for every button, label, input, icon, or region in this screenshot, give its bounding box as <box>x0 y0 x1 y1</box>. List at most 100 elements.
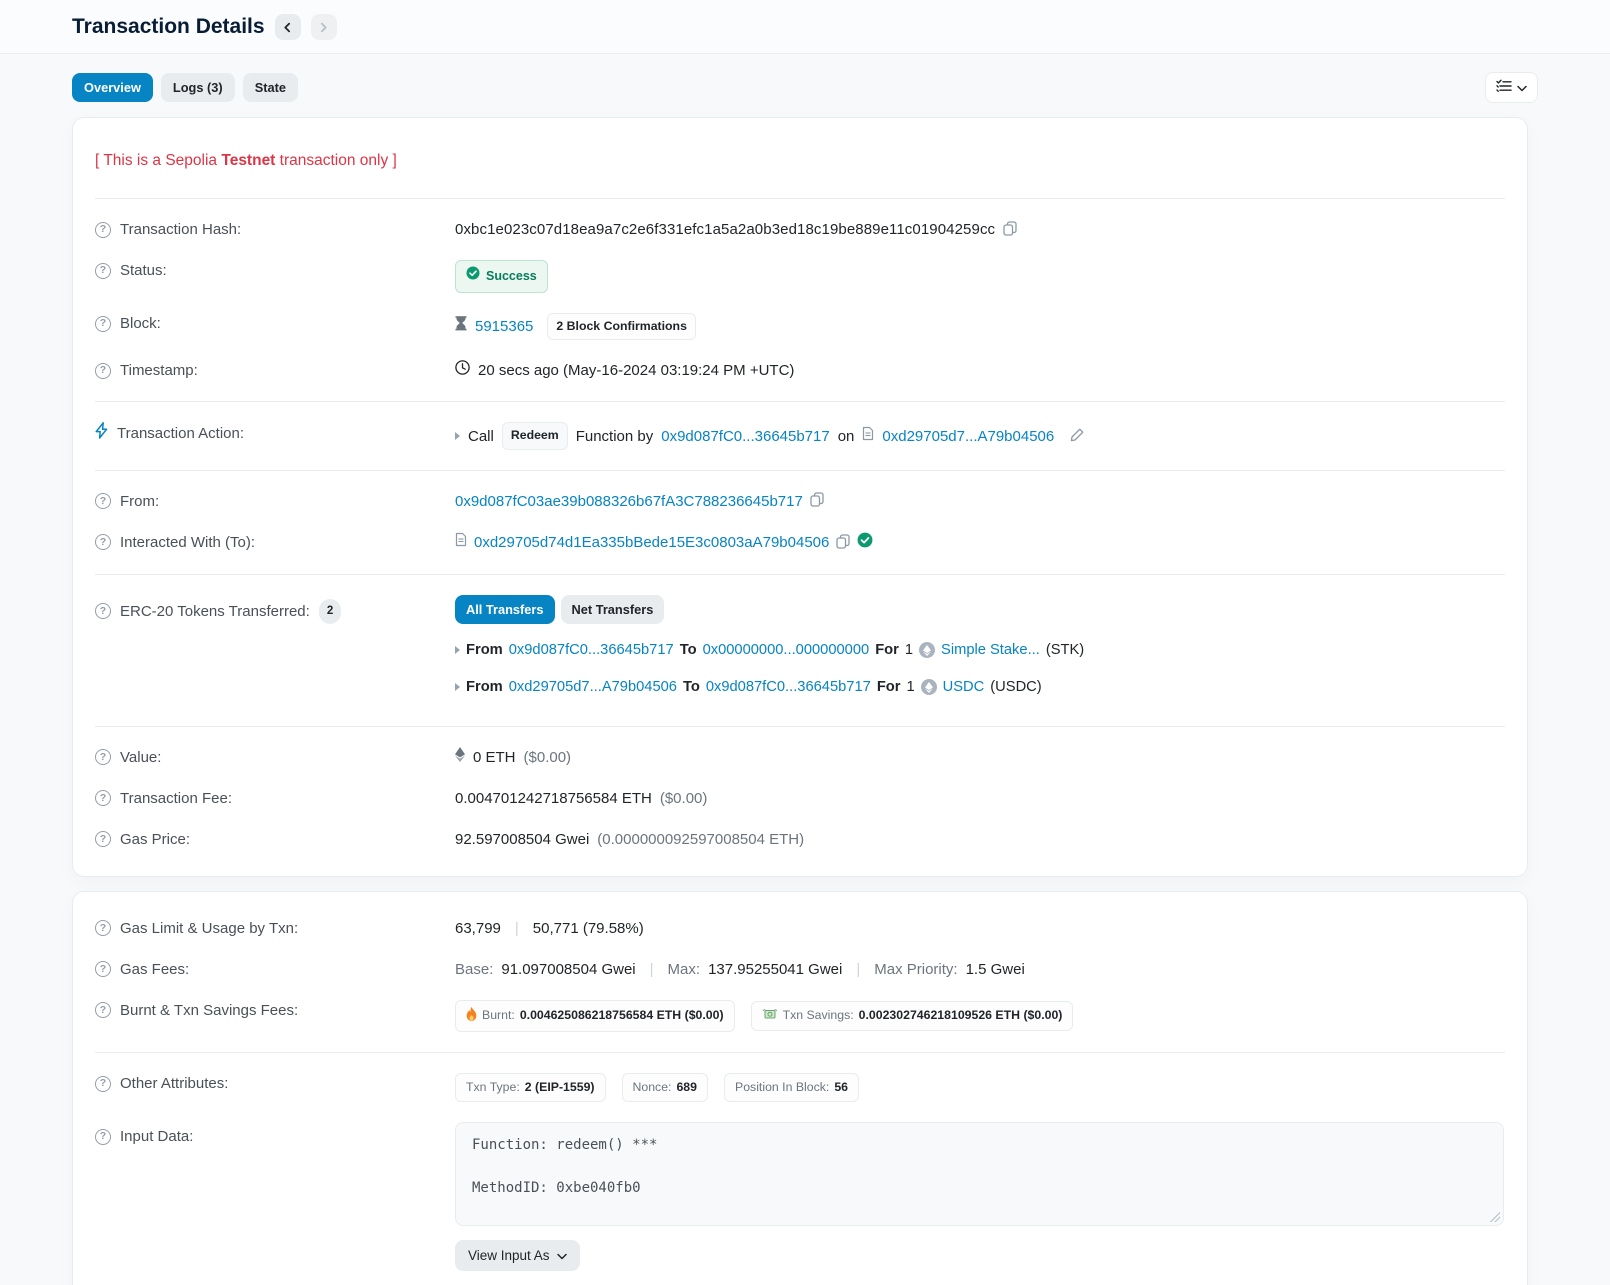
transaction-action-label: Transaction Action: <box>117 423 244 444</box>
gas-price-amount: 92.597008504 Gwei <box>455 829 589 850</box>
block-label: Block: <box>120 313 161 334</box>
transfer-for-word: For <box>875 640 899 661</box>
help-icon <box>95 1002 111 1018</box>
from-label: From: <box>120 491 159 512</box>
from-address-link[interactable]: 0x9d087fC03ae39b088326b67fA3C788236645b7… <box>455 491 803 512</box>
burnt-value: 0.004625086218756584 ETH ($0.00) <box>520 1008 724 1023</box>
caret-right-icon <box>455 683 460 691</box>
action-contract-link[interactable]: 0xd29705d7...A79b04506 <box>882 426 1054 447</box>
txn-savings-word-label: Txn Savings: <box>783 1008 854 1023</box>
transaction-action-section: Transaction Action: Call Redeem Function… <box>95 401 1505 469</box>
checklist-icon <box>1496 79 1512 96</box>
timestamp-row: Timestamp: 20 secs ago (May-16-2024 03:1… <box>95 350 1505 391</box>
input-data-line: Function: redeem() *** <box>472 1137 1487 1155</box>
help-icon <box>95 920 111 936</box>
status-row: Status: Success <box>95 250 1505 303</box>
transfer-to-word: To <box>680 640 697 661</box>
transfer-from-link[interactable]: 0xd29705d7...A79b04506 <box>509 677 677 698</box>
block-confirmations-badge: 2 Block Confirmations <box>547 313 696 340</box>
burnt-word-label: Burnt: <box>482 1008 515 1023</box>
help-icon <box>95 1129 111 1145</box>
transfer-from-word: From <box>466 677 503 698</box>
page-title: Transaction Details <box>72 15 265 39</box>
next-transaction-button[interactable] <box>311 14 337 40</box>
transfer-token-symbol: (STK) <box>1046 640 1084 661</box>
caret-right-icon <box>455 646 460 654</box>
verified-check-icon <box>857 532 873 554</box>
tab-logs[interactable]: Logs (3) <box>161 73 235 102</box>
help-icon <box>95 263 111 279</box>
money-wings-icon <box>762 1008 778 1024</box>
chevron-right-icon <box>318 22 329 33</box>
transfer-to-link[interactable]: 0x00000000...000000000 <box>703 640 870 661</box>
position-in-block-label: Position In Block: <box>735 1080 829 1095</box>
tab-state[interactable]: State <box>243 73 298 102</box>
prev-transaction-button[interactable] <box>275 14 301 40</box>
flame-icon <box>466 1007 477 1025</box>
base-fee-label: Base: <box>455 959 493 980</box>
transfer-for-word: For <box>877 677 901 698</box>
copy-from-button[interactable] <box>810 492 824 510</box>
txn-type-label: Txn Type: <box>466 1080 520 1095</box>
block-number-link[interactable]: 5915365 <box>475 316 533 337</box>
transfer-token-link[interactable]: Simple Stake... <box>941 640 1040 661</box>
action-method-badge[interactable]: Redeem <box>502 422 568 449</box>
nonce-value: 689 <box>676 1080 697 1095</box>
value-amount: 0 ETH <box>473 747 516 768</box>
to-address-link[interactable]: 0xd29705d74d1Ea335bBede15E3c0803aA79b045… <box>474 532 829 553</box>
tab-overview[interactable]: Overview <box>72 73 153 102</box>
transaction-fee-usd: ($0.00) <box>660 788 708 809</box>
help-icon <box>95 222 111 238</box>
input-data-label: Input Data: <box>120 1126 193 1147</box>
view-input-as-button[interactable]: View Input As <box>455 1240 580 1271</box>
chevron-left-icon <box>282 22 293 33</box>
help-icon <box>95 790 111 806</box>
transfer-token-link[interactable]: USDC <box>943 677 985 698</box>
token-icon <box>921 679 937 695</box>
erc20-transfers-label: ERC-20 Tokens Transferred: <box>120 601 310 622</box>
transfer-from-link[interactable]: 0x9d087fC0...36645b717 <box>509 640 674 661</box>
transfer-to-link[interactable]: 0x9d087fC0...36645b717 <box>706 677 871 698</box>
action-sender-link[interactable]: 0x9d087fC0...36645b717 <box>661 426 829 447</box>
input-data-textarea[interactable]: Function: redeem() *** MethodID: 0xbe040… <box>455 1122 1504 1226</box>
copy-icon <box>1003 221 1017 239</box>
transfer-to-word: To <box>683 677 700 698</box>
transaction-hash-label: Transaction Hash: <box>120 219 241 240</box>
transaction-action-row: Transaction Action: Call Redeem Function… <box>95 412 1505 459</box>
all-transfers-button[interactable]: All Transfers <box>455 595 555 624</box>
tx-summary-section: Transaction Hash: 0xbc1e023c07d18ea9a7c2… <box>95 198 1505 401</box>
help-icon <box>95 831 111 847</box>
copy-hash-button[interactable] <box>1003 221 1017 239</box>
separator: | <box>644 959 660 980</box>
value-label: Value: <box>120 747 161 768</box>
lightning-bolt-icon <box>95 422 108 445</box>
gas-price-eth: (0.000000092597008504 ETH) <box>597 829 804 850</box>
file-icon <box>862 426 874 447</box>
check-circle-icon <box>466 266 480 287</box>
gas-limit-label: Gas Limit & Usage by Txn: <box>120 918 298 939</box>
warning-bold: Testnet <box>221 152 275 169</box>
erc20-transfers-row: ERC-20 Tokens Transferred: 2 All Transfe… <box>95 585 1505 716</box>
edit-action-button[interactable] <box>1070 427 1085 445</box>
copy-to-button[interactable] <box>836 534 850 552</box>
transfer-row: From 0x9d087fC0...36645b717 To 0x0000000… <box>455 632 1505 669</box>
transaction-details-page: Transaction Details Overview Logs (3) St… <box>0 0 1610 1285</box>
status-label: Status: <box>120 260 167 281</box>
net-transfers-button[interactable]: Net Transfers <box>561 595 665 624</box>
interacted-with-row: Interacted With (To): 0xd29705d74d1Ea335… <box>95 522 1505 564</box>
details-card: Gas Limit & Usage by Txn: 63,799 | 50,77… <box>72 891 1528 1285</box>
txn-savings-value: 0.002302746218109526 ETH ($0.00) <box>859 1008 1063 1023</box>
help-icon <box>95 493 111 509</box>
warning-suffix: transaction only ] <box>275 152 396 169</box>
gas-fees-row: Gas Fees: Base: 91.097008504 Gwei | Max:… <box>95 949 1505 990</box>
view-options-button[interactable] <box>1485 72 1538 103</box>
transaction-fee-amount: 0.004701242718756584 ETH <box>455 788 652 809</box>
addresses-section: From: 0x9d087fC03ae39b088326b67fA3C78823… <box>95 470 1505 574</box>
max-priority-label: Max Priority: <box>874 959 957 980</box>
transfer-amount: 1 <box>906 677 914 698</box>
help-icon <box>95 363 111 379</box>
resize-handle[interactable] <box>1490 1212 1500 1222</box>
other-attributes-label: Other Attributes: <box>120 1073 228 1094</box>
max-fee-value: 137.95255041 Gwei <box>708 959 842 980</box>
eth-icon <box>455 747 465 768</box>
